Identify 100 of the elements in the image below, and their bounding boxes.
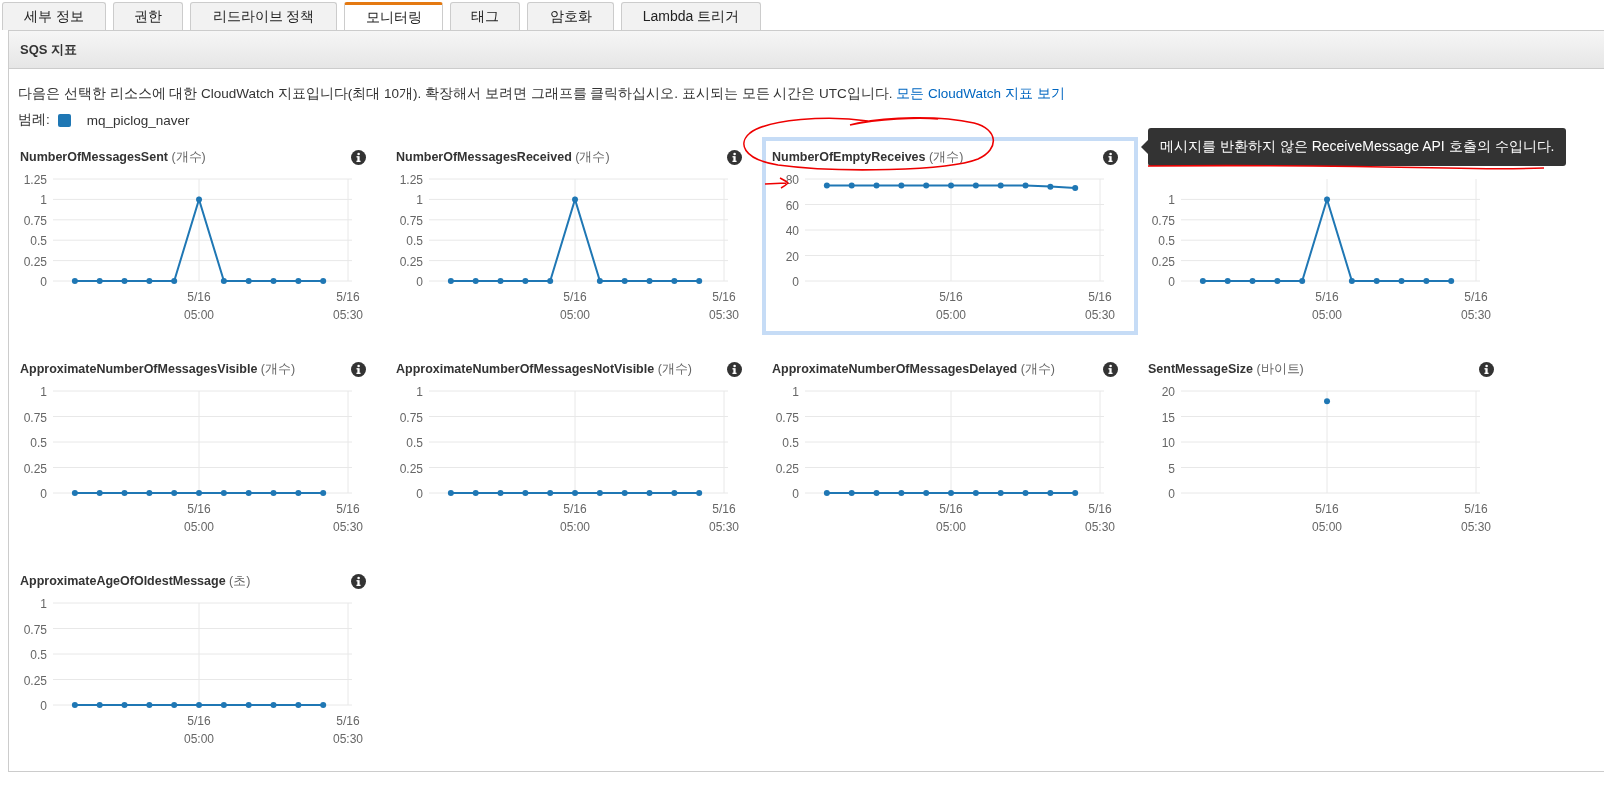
y-tick-label: 1.25 <box>399 173 423 187</box>
info-icon[interactable] <box>1479 361 1494 377</box>
chart-title: NumberOfEmptyReceives (개수) <box>772 148 964 166</box>
data-series <box>1324 398 1330 405</box>
y-tick-label: 0.5 <box>1158 234 1175 249</box>
y-tick-label: 1 <box>416 385 423 399</box>
chart-card[interactable]: SentMessageSize (바이트) 0 5 10 15 20 5/16 05:00 5/16 05:30 <box>1138 349 1514 561</box>
x-tick-label: 5/16 05:30 <box>709 290 740 322</box>
x-tick-label: 5/16 05:30 <box>1085 502 1116 534</box>
y-tick-label: 5 <box>1168 461 1175 476</box>
legend-label: 범례: <box>18 111 50 129</box>
y-tick-label: 0.75 <box>399 410 423 425</box>
chart-card[interactable]: ApproximateAgeOfOldestMessage (초) 0 0.25 0.5 0.75 1 5/16 05:00 5/16 05:30 <box>10 561 386 773</box>
x-tick-label: 5/16 05:00 <box>1312 502 1343 534</box>
y-tick-label: 0.25 <box>23 254 47 269</box>
y-tick-label: 0.5 <box>30 234 47 249</box>
y-tick-label: 0 <box>1168 487 1175 501</box>
y-tick-label: 1 <box>1168 193 1175 208</box>
y-tick-label: 0.75 <box>23 622 47 637</box>
tab[interactable]: 권한 <box>113 2 183 30</box>
x-tick-label: 5/16 05:00 <box>184 714 215 746</box>
y-tick-label: 0.25 <box>1151 254 1175 269</box>
x-tick-label: 5/16 05:30 <box>1461 290 1492 322</box>
info-icon[interactable] <box>351 361 366 377</box>
chart-title: SentMessageSize (바이트) <box>1148 360 1304 378</box>
y-tick-label: 0.5 <box>30 436 47 450</box>
x-tick-label: 5/16 05:00 <box>936 290 967 322</box>
chart-card[interactable]: ApproximateNumberOfMessagesDelayed (개수) 0 0.25 0.5 0.75 1 5/16 05:00 5/16 05:30 <box>762 349 1138 561</box>
y-tick-label: 0.75 <box>399 213 423 228</box>
y-tick-label: 60 <box>785 198 799 213</box>
tooltip: 메시지를 반환하지 않은 ReceiveMessage API 호출의 수입니다. <box>1148 128 1567 166</box>
y-tick-label: 1.25 <box>23 173 47 187</box>
y-tick-label: 0.75 <box>1151 213 1175 228</box>
tab[interactable]: 태그 <box>450 2 520 30</box>
tab[interactable]: 리드라이브 정책 <box>190 2 337 30</box>
y-tick-label: 0.5 <box>406 234 423 249</box>
chart-title: ApproximateNumberOfMessagesDelayed (개수) <box>772 360 1056 378</box>
chart-card[interactable]: ApproximateNumberOfMessagesVisible (개수) 0 0.25 0.5 0.75 1 5/16 05:00 5/16 05:30 <box>10 349 386 561</box>
y-tick-label: 0.75 <box>23 410 47 425</box>
y-tick-label: 15 <box>1161 410 1175 425</box>
y-tick-label: 0.5 <box>30 648 47 662</box>
chart-card[interactable]: NumberOfMessagesReceived (개수) 0 0.25 0.5 0.75 1 1.25 5/16 05:00 5/16 05:30 <box>386 137 762 349</box>
info-icon[interactable] <box>351 573 366 589</box>
y-tick-label: 1 <box>40 193 47 208</box>
x-tick-label: 5/16 05:00 <box>184 290 215 322</box>
y-tick-label: 10 <box>1161 436 1175 450</box>
tab[interactable]: 모니터링 <box>344 2 443 30</box>
y-tick-label: 1 <box>40 385 47 399</box>
y-tick-label: 0.25 <box>399 254 423 269</box>
y-tick-label: 0.75 <box>775 410 799 425</box>
x-tick-label: 5/16 05:30 <box>709 502 740 534</box>
chart-title: NumberOfMessagesSent (개수) <box>20 148 206 166</box>
chart-title: ApproximateNumberOfMessagesVisible (개수) <box>20 360 296 378</box>
info-icon[interactable] <box>1103 361 1118 377</box>
y-tick-label: 20 <box>785 249 799 264</box>
x-tick-label: 5/16 05:00 <box>184 502 215 534</box>
tab[interactable]: Lambda 트리거 <box>621 2 761 30</box>
y-tick-label: 0.5 <box>406 436 423 450</box>
x-tick-label: 5/16 05:30 <box>1085 290 1116 322</box>
y-tick-label: 0.75 <box>23 213 47 228</box>
chart-card[interactable]: NumberOfMessagesSent (개수) 0 0.25 0.5 0.75 1 1.25 5/16 05:00 5/16 05:30 <box>10 137 386 349</box>
cloudwatch-link[interactable]: 모든 CloudWatch 지표 보기 <box>896 86 1065 101</box>
y-tick-label: 20 <box>1161 385 1175 399</box>
y-tick-label: 0 <box>40 275 47 289</box>
y-tick-label: 0.5 <box>782 436 799 450</box>
y-tick-label: 1 <box>792 385 799 399</box>
y-tick-label: 0 <box>416 487 423 501</box>
tab[interactable]: 세부 정보 <box>2 2 106 30</box>
y-tick-label: 0 <box>40 699 47 713</box>
y-tick-label: 0 <box>792 275 799 289</box>
chart-title: ApproximateAgeOfOldestMessage (초) <box>20 572 251 590</box>
chart-card[interactable]: ApproximateNumberOfMessagesNotVisible (개수) 0 0.25 0.5 0.75 1 5/16 05:00 5/16 05:30 <box>386 349 762 561</box>
y-tick-label: 0 <box>1168 275 1175 289</box>
info-icon[interactable] <box>1103 149 1118 165</box>
x-tick-label: 5/16 05:30 <box>333 290 364 322</box>
y-tick-label: 0.25 <box>399 461 423 476</box>
y-tick-label: 0.25 <box>775 461 799 476</box>
y-tick-label: 0 <box>40 487 47 501</box>
x-tick-label: 5/16 05:00 <box>936 502 967 534</box>
info-icon[interactable] <box>727 361 742 377</box>
y-tick-label: 0.25 <box>23 461 47 476</box>
legend-series-name: mq_piclog_naver <box>86 112 190 128</box>
x-tick-label: 5/16 05:00 <box>1312 290 1343 322</box>
y-tick-label: 1 <box>40 597 47 611</box>
y-tick-label: 0 <box>416 275 423 289</box>
y-tick-label: 40 <box>785 224 799 238</box>
x-tick-label: 5/16 05:30 <box>333 714 364 746</box>
y-tick-label: 1 <box>416 193 423 208</box>
y-tick-label: 0 <box>792 487 799 501</box>
description-text: 다음은 선택한 리소스에 대한 CloudWatch 지표입니다(최대 10개). 확장해서 보려면 그래프를 클릭하십시오. 표시되는 모든 시간은 UTC입니다. <box>18 86 893 101</box>
x-tick-label: 5/16 05:30 <box>1461 502 1492 534</box>
info-icon[interactable] <box>351 149 366 165</box>
info-icon[interactable] <box>727 149 742 165</box>
x-tick-label: 5/16 05:30 <box>333 502 364 534</box>
chart-title: NumberOfMessagesReceived (개수) <box>396 148 610 166</box>
y-tick-label: 0.25 <box>23 673 47 688</box>
x-tick-label: 5/16 05:00 <box>560 290 591 322</box>
tab[interactable]: 암호화 <box>527 2 614 30</box>
chart-title: ApproximateNumberOfMessagesNotVisible (개수) <box>396 360 692 378</box>
x-tick-label: 5/16 05:00 <box>560 502 591 534</box>
